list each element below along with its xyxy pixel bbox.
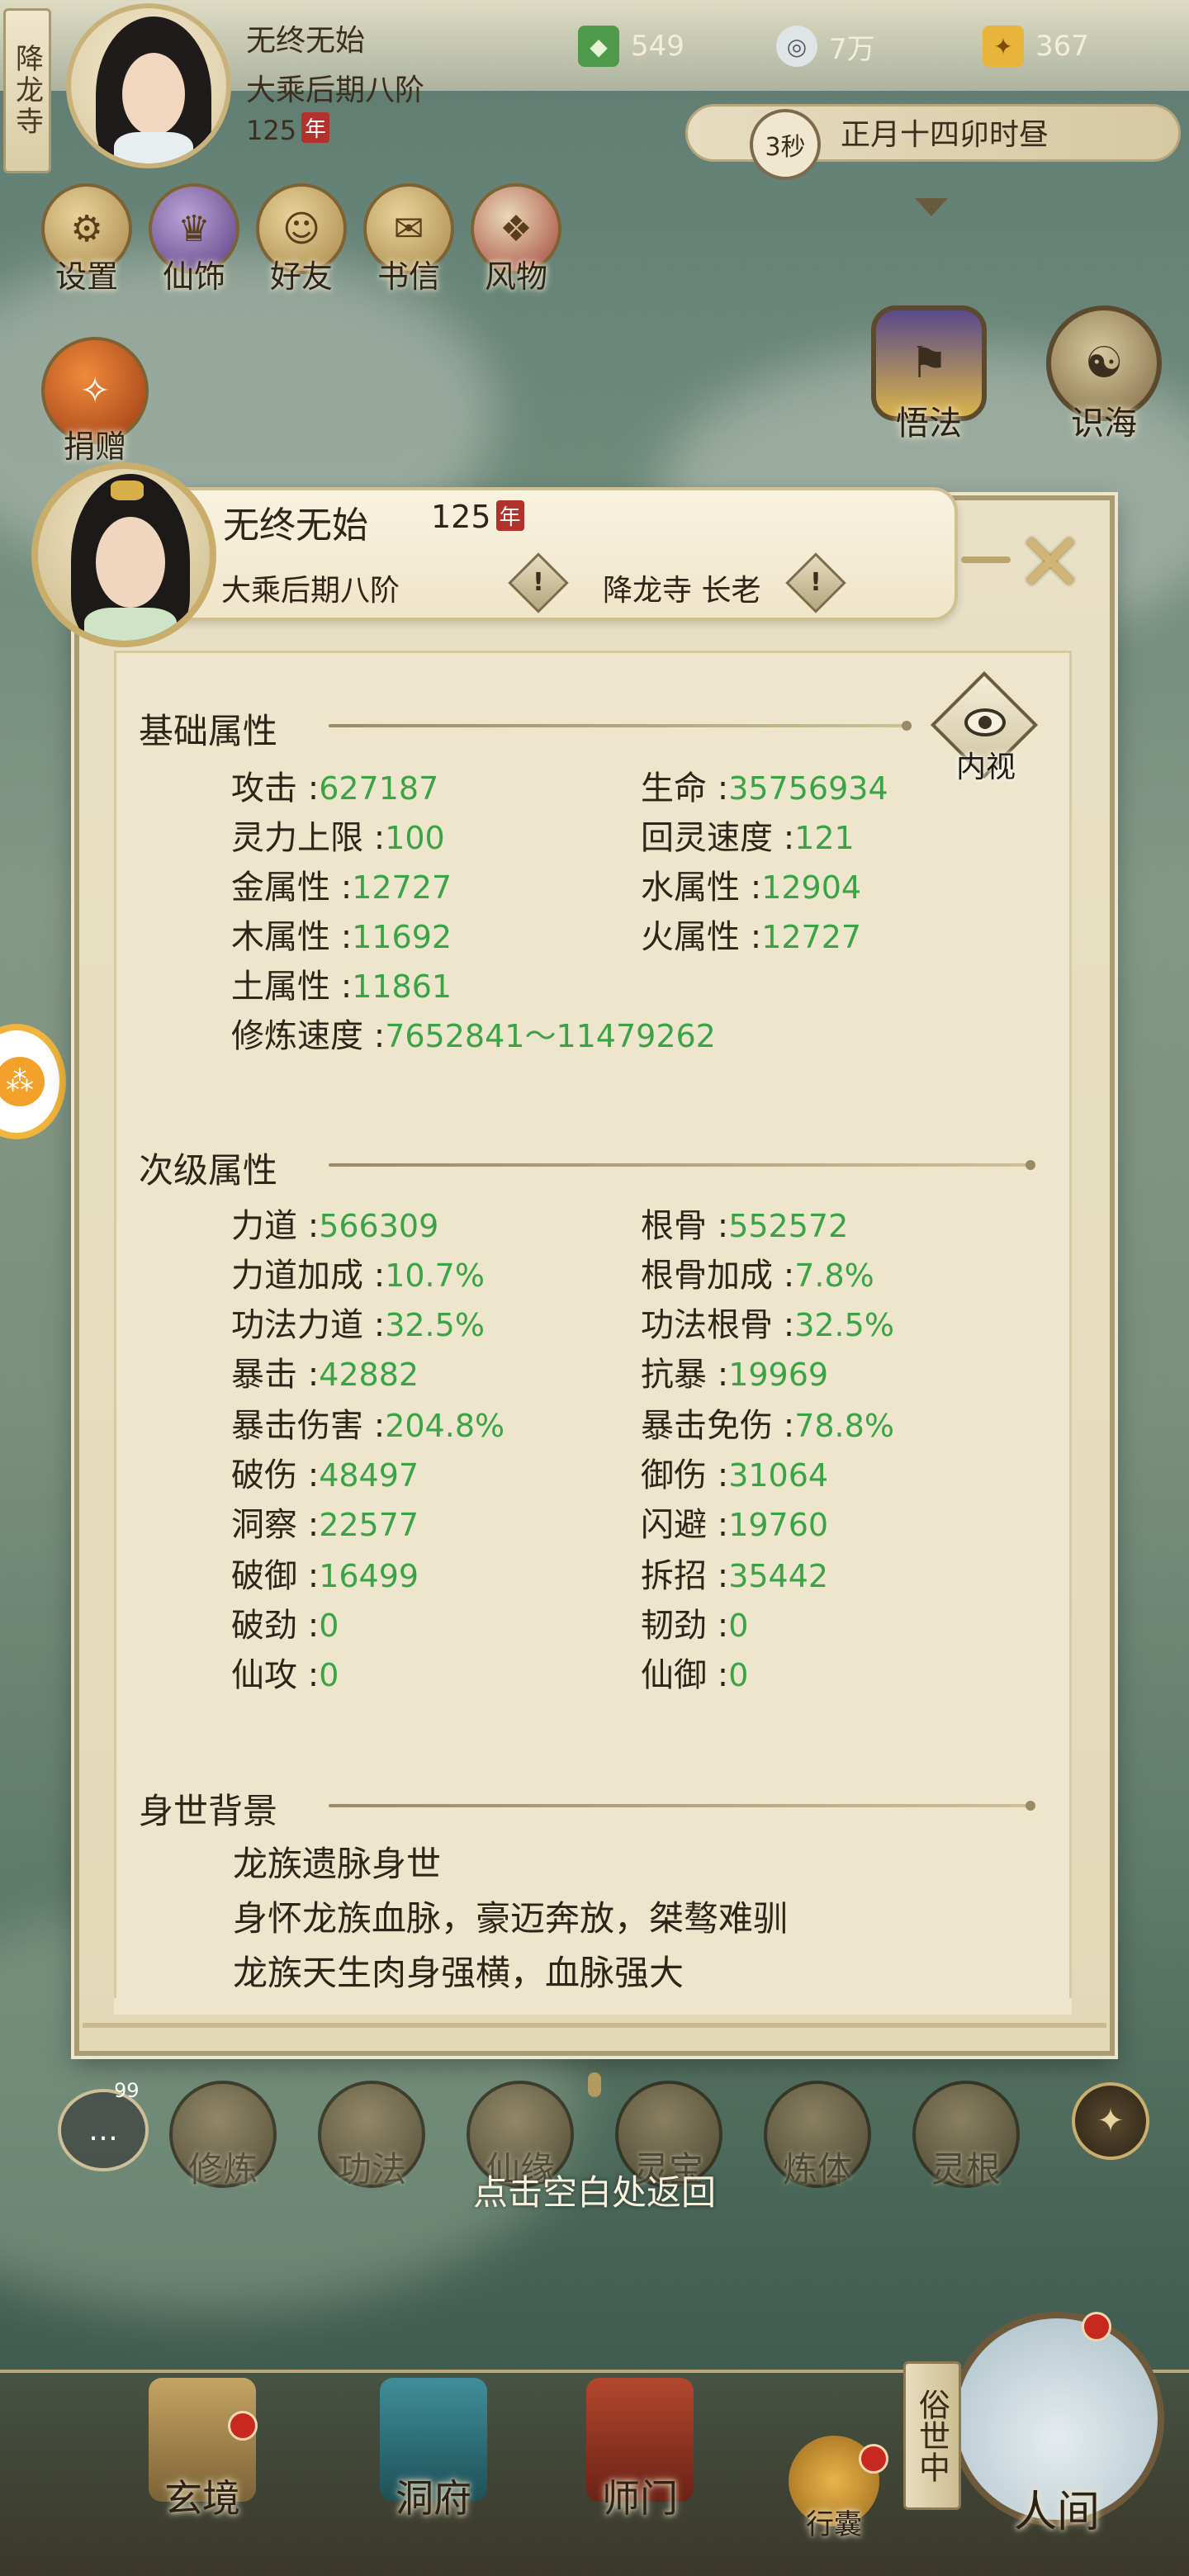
year-badge: 年	[301, 112, 330, 143]
section-divider	[329, 1801, 1035, 1811]
stat-armor-break: 破御 :16499	[231, 1557, 419, 1595]
background-line: 身怀龙族血脉，豪迈奔放，桀骜难驯	[233, 1898, 789, 1939]
stat-hp: 生命 :35756934	[641, 769, 888, 807]
inspect-label: 内视	[955, 751, 1016, 784]
notification-dot	[228, 2411, 258, 2441]
compass-button[interactable]: ✦	[1072, 2082, 1149, 2160]
stat-metal: 金属性 :12727	[231, 869, 452, 907]
stat-immortal-attack: 仙攻 :0	[231, 1656, 339, 1694]
enlighten-button[interactable]: ⚑ 悟法	[867, 305, 991, 444]
consciousness-button[interactable]: ☯ 识海	[1042, 305, 1166, 444]
stat-technique-constitution: 功法根骨 :32.5%	[641, 1306, 894, 1344]
friends-button[interactable]: ☺ 好友	[248, 183, 355, 296]
player-avatar[interactable]	[66, 3, 231, 168]
scenery-button[interactable]: ❖ 风物	[462, 183, 570, 296]
player-age: 125 年	[246, 112, 330, 146]
stat-wood: 木属性 :11692	[231, 918, 452, 956]
eye-icon	[964, 708, 1006, 736]
chevron-down-icon[interactable]	[915, 198, 948, 216]
game-time: 正月十四卯时昼	[841, 118, 1049, 152]
stat-crit-resist: 抗暴 :19969	[641, 1356, 829, 1394]
resource-strength[interactable]: ✦ 367	[983, 21, 1089, 71]
stat-insight: 洞察 :22577	[231, 1506, 419, 1544]
background-line: 龙族天生肉身强横，血脉强大	[233, 1953, 685, 1993]
stat-counter: 拆招 :35442	[641, 1557, 829, 1595]
resource-coin[interactable]: ◎ 7万	[776, 21, 875, 71]
tab-sect[interactable]: 师门	[561, 2378, 718, 2568]
stat-crit-damage: 暴击伤害 :204.8%	[231, 1407, 505, 1445]
return-hint[interactable]: 点击空白处返回	[0, 2165, 1189, 2215]
stat-crit-damage-reduction: 暴击免伤 :78.8%	[641, 1407, 894, 1445]
year-badge: 年	[495, 500, 524, 531]
stat-water: 水属性 :12904	[641, 869, 862, 907]
chat-icon: …	[88, 2113, 118, 2147]
section-divider	[329, 721, 912, 731]
scroll-clip	[114, 1998, 1072, 2015]
world-status-banner: 俗世中	[903, 2361, 961, 2510]
stat-attack: 攻击 :627187	[231, 769, 439, 807]
stat-mana-cap: 灵力上限 :100	[231, 819, 445, 857]
profile-name: 无终无始	[223, 504, 368, 547]
panel-knob	[588, 2072, 601, 2097]
close-decoration	[961, 556, 1011, 563]
location-tag[interactable]: 降龙寺	[3, 8, 51, 173]
refresh-timer: 3秒	[750, 109, 821, 180]
profile-realm: 大乘后期八阶	[221, 574, 400, 608]
stat-earth: 土属性 :11861	[231, 968, 452, 1006]
settings-button[interactable]: ⚙ 设置	[33, 183, 140, 296]
stat-technique-strength: 功法力道 :32.5%	[231, 1306, 485, 1344]
stat-force-break: 破劲 :0	[231, 1607, 339, 1645]
stat-immortal-defense: 仙御 :0	[641, 1656, 749, 1694]
player-name: 无终无始	[246, 24, 366, 58]
basic-attributes-title: 基础属性	[139, 711, 278, 751]
tab-mystic-realm[interactable]: 玄境	[124, 2378, 281, 2568]
costume-button[interactable]: ♛ 仙饰	[140, 183, 248, 296]
stat-constitution-bonus: 根骨加成 :7.8%	[641, 1257, 874, 1295]
tab-human-world[interactable]: 人间	[958, 2477, 1156, 2539]
stat-strength: 力道 :566309	[231, 1207, 439, 1245]
stat-fire: 火属性 :12727	[641, 918, 862, 956]
stat-cultivation-speed: 修炼速度 :7652841～11479262	[231, 1017, 716, 1055]
stat-damage-defense: 御伤 :31064	[641, 1456, 829, 1494]
donate-button[interactable]: ✧ 捐赠	[41, 337, 149, 466]
stat-constitution: 根骨 :552572	[641, 1207, 849, 1245]
coin-icon: ◎	[776, 26, 817, 67]
background-title: 身世背景	[139, 1791, 278, 1831]
secondary-attributes-title: 次级属性	[139, 1150, 278, 1191]
profile-avatar	[31, 462, 216, 647]
panel-divider	[83, 2023, 1106, 2028]
profile-sect: 降龙寺 长老	[603, 574, 761, 608]
stat-toughness: 韧劲 :0	[641, 1607, 749, 1645]
stat-dodge: 闪避 :19760	[641, 1506, 829, 1544]
strength-icon: ✦	[983, 26, 1024, 67]
background-line: 龙族遗脉身世	[233, 1844, 442, 1884]
close-icon[interactable]: ✕	[1009, 522, 1092, 604]
resource-jade[interactable]: ◆ 549	[578, 21, 685, 71]
letter-button[interactable]: ✉ 书信	[355, 183, 462, 296]
player-realm: 大乘后期八阶	[246, 73, 425, 107]
profile-age: 125 年	[431, 499, 524, 535]
tab-cave-dwelling[interactable]: 洞府	[355, 2378, 512, 2568]
stat-penetration: 破伤 :48497	[231, 1456, 419, 1494]
stat-mana-regen: 回灵速度 :121	[641, 819, 855, 857]
gamepad-icon: ⁂	[0, 1057, 45, 1106]
section-divider	[329, 1160, 1035, 1170]
jade-icon: ◆	[578, 26, 619, 67]
compass-icon: ✦	[1097, 2102, 1125, 2140]
inspect-button[interactable]: 内视	[930, 670, 1039, 786]
chat-unread-count: 99	[114, 2079, 140, 2102]
stat-strength-bonus: 力道加成 :10.7%	[231, 1257, 485, 1295]
notification-dot	[859, 2444, 888, 2474]
notification-dot	[1082, 2312, 1111, 2342]
stat-crit: 暴击 :42882	[231, 1356, 419, 1394]
